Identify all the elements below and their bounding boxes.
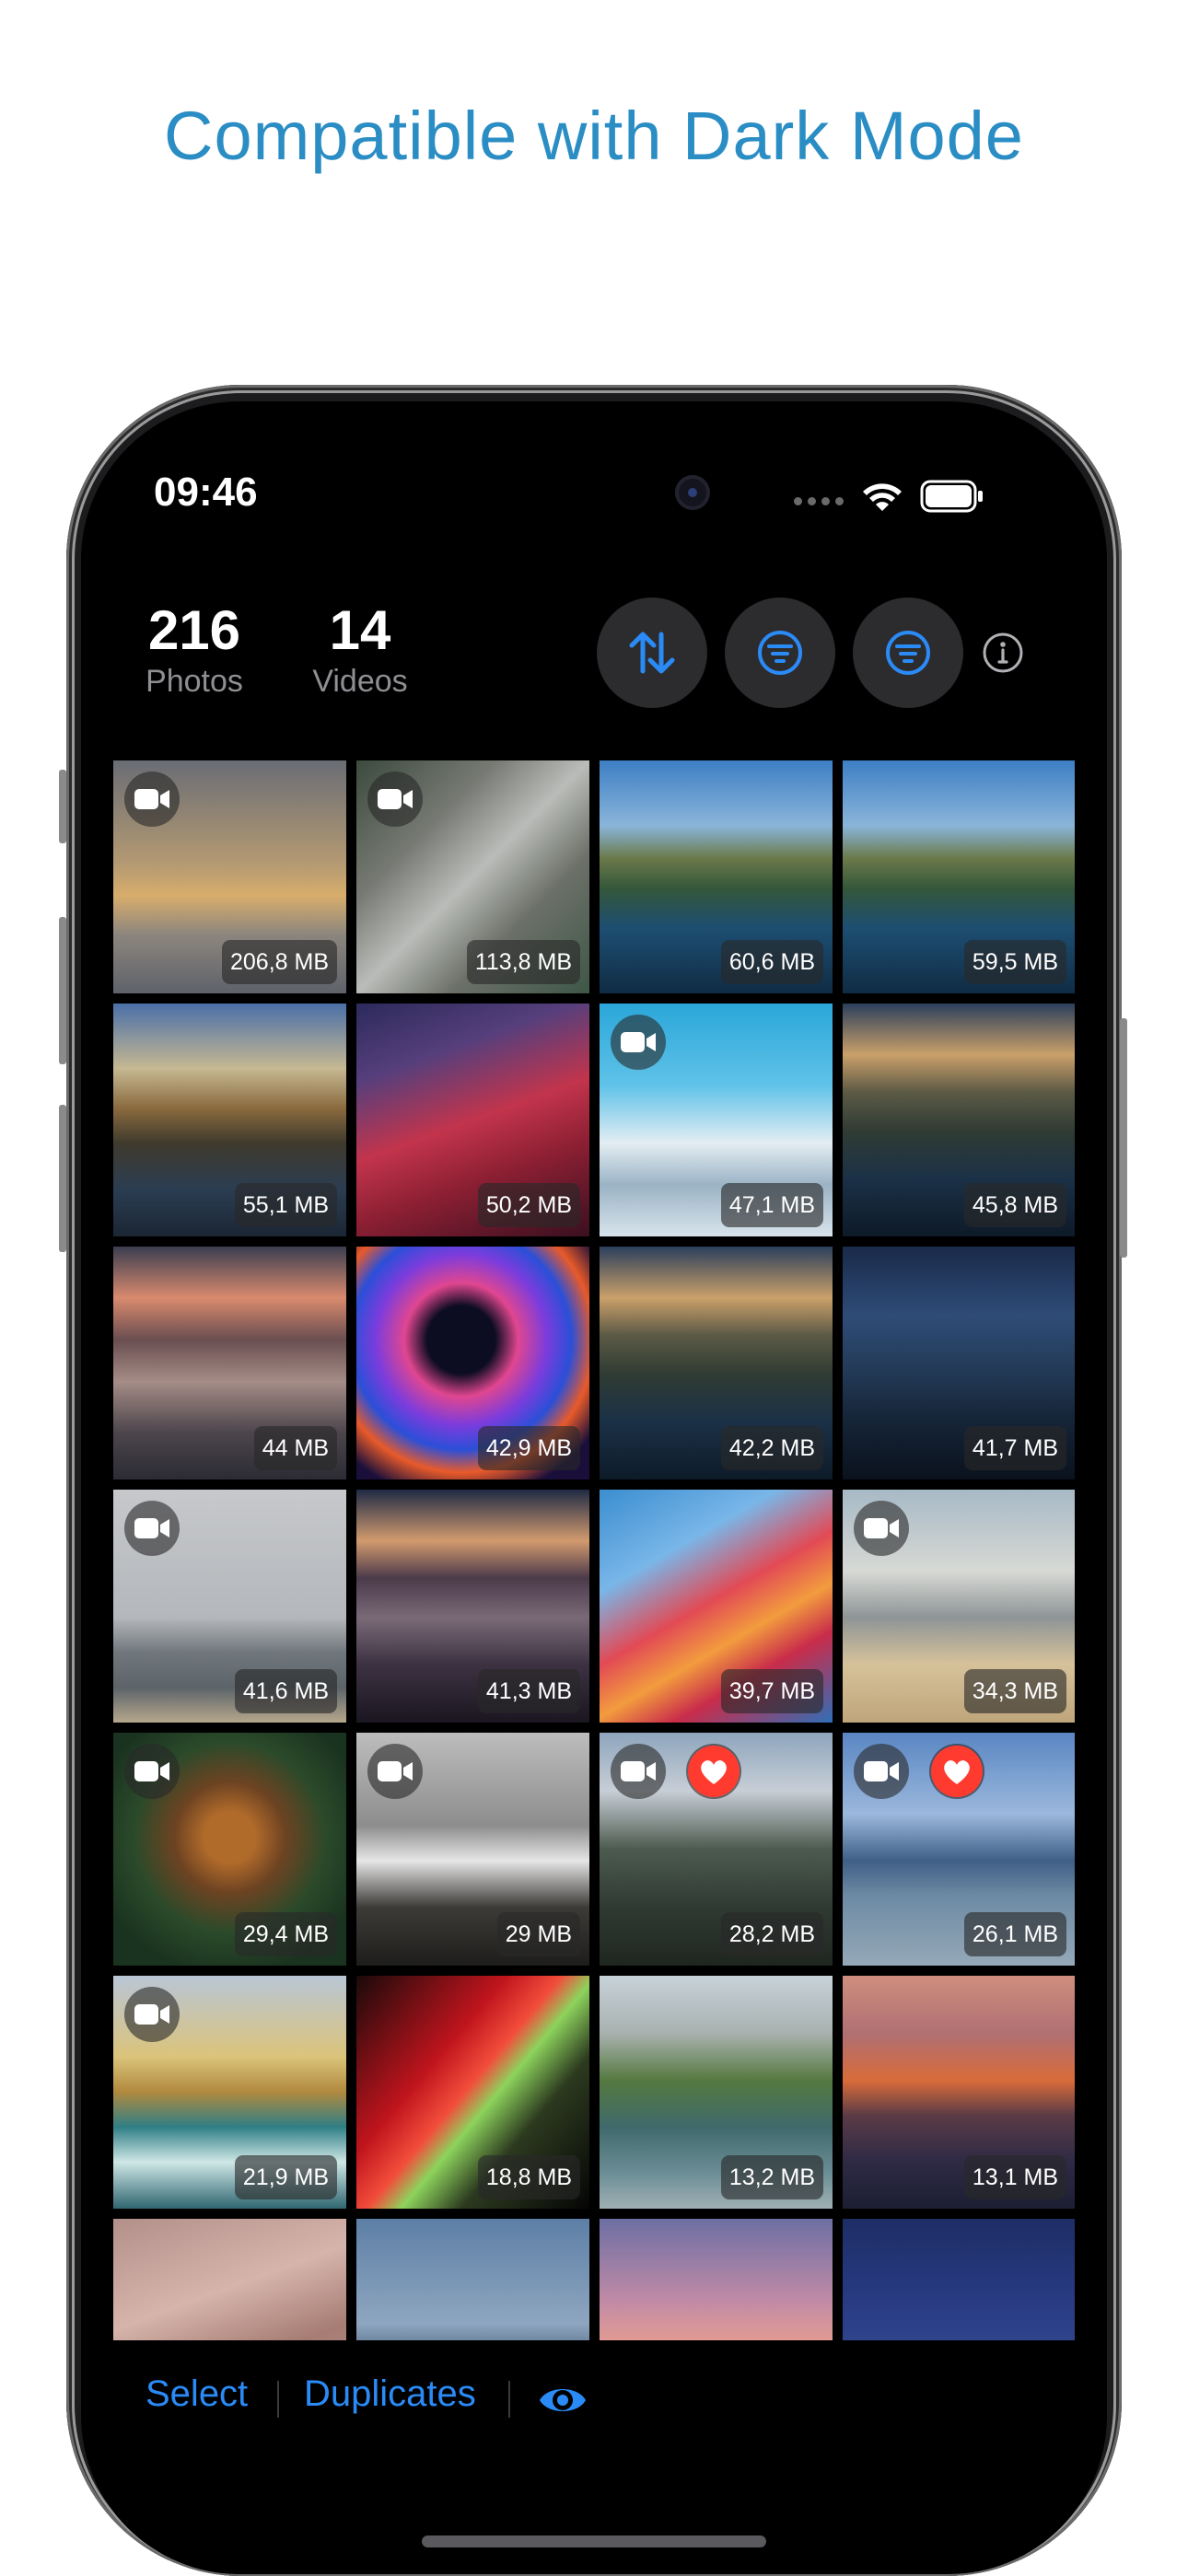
video-camera-icon — [124, 1987, 180, 2042]
duplicates-button[interactable]: Duplicates — [304, 2373, 476, 2415]
file-size-badge: 47,1 MB — [720, 1183, 823, 1227]
video-camera-icon — [367, 772, 423, 827]
photos-count: 216 — [147, 599, 241, 661]
file-size-badge: 45,8 MB — [963, 1183, 1066, 1227]
video-camera-icon — [367, 1744, 423, 1799]
photo-tile[interactable] — [600, 2219, 833, 2340]
photo-tile[interactable]: 42,2 MB — [600, 1247, 833, 1479]
photo-thumbnail — [600, 2219, 833, 2340]
file-size-badge: 26,1 MB — [963, 1912, 1066, 1956]
volume-up-button — [59, 917, 66, 1064]
battery-icon — [920, 480, 983, 513]
file-size-badge: 29,4 MB — [234, 1912, 337, 1956]
photo-thumbnail — [356, 2219, 589, 2340]
photo-tile[interactable]: 13,1 MB — [843, 1976, 1075, 2209]
photos-stat: 216 Photos — [138, 598, 250, 700]
photo-tile[interactable] — [113, 2219, 346, 2340]
file-size-badge: 18,8 MB — [477, 2155, 580, 2199]
file-size-badge: 206,8 MB — [221, 940, 337, 984]
filter-icon — [758, 631, 802, 675]
file-size-badge: 60,6 MB — [720, 940, 823, 984]
cellular-signal-icon — [794, 497, 844, 505]
photo-tile[interactable]: 113,8 MB — [356, 760, 589, 993]
photo-tile[interactable]: 21,9 MB — [113, 1976, 346, 2209]
photo-tile[interactable]: 44 MB — [113, 1247, 346, 1479]
mute-switch — [59, 770, 66, 843]
volume-down-button — [59, 1105, 66, 1252]
home-indicator — [422, 2535, 766, 2547]
eye-icon[interactable] — [537, 2380, 588, 2420]
video-camera-icon — [611, 1015, 666, 1070]
photo-tile[interactable]: 42,9 MB — [356, 1247, 589, 1479]
front-camera — [675, 475, 710, 510]
photo-tile[interactable]: 55,1 MB — [113, 1004, 346, 1236]
headline: Compatible with Dark Mode — [164, 98, 1024, 174]
favorite-heart-icon — [686, 1744, 741, 1799]
photo-tile[interactable]: 206,8 MB — [113, 760, 346, 993]
photo-tile[interactable]: 39,7 MB — [600, 1490, 833, 1723]
file-size-badge: 29 MB — [496, 1912, 580, 1956]
filter-button-2[interactable] — [853, 598, 963, 708]
filter-button[interactable] — [725, 598, 835, 708]
photo-tile[interactable]: 28,2 MB — [600, 1733, 833, 1966]
wifi-icon — [863, 483, 902, 511]
video-camera-icon — [854, 1501, 909, 1556]
file-size-badge: 41,6 MB — [234, 1669, 337, 1713]
info-icon[interactable] — [981, 631, 1025, 675]
file-size-badge: 28,2 MB — [720, 1912, 823, 1956]
photo-tile[interactable]: 29 MB — [356, 1733, 589, 1966]
file-size-badge: 13,2 MB — [720, 2155, 823, 2199]
photo-tile[interactable]: 41,6 MB — [113, 1490, 346, 1723]
divider — [277, 2381, 279, 2418]
file-size-badge: 39,7 MB — [720, 1669, 823, 1713]
select-button[interactable]: Select — [146, 2373, 248, 2415]
divider — [508, 2381, 510, 2418]
filter-icon — [886, 631, 930, 675]
file-size-badge: 21,9 MB — [234, 2155, 337, 2199]
photo-tile[interactable]: 50,2 MB — [356, 1004, 589, 1236]
video-camera-icon — [124, 1744, 180, 1799]
photo-tile[interactable]: 41,3 MB — [356, 1490, 589, 1723]
file-size-badge: 34,3 MB — [963, 1669, 1066, 1713]
videos-count: 14 — [329, 599, 391, 661]
file-size-badge: 113,8 MB — [466, 940, 580, 984]
videos-stat: 14 Videos — [304, 598, 416, 700]
video-camera-icon — [124, 1501, 180, 1556]
photo-thumbnail — [113, 2219, 346, 2340]
photo-tile[interactable]: 41,7 MB — [843, 1247, 1075, 1479]
photo-tile[interactable]: 13,2 MB — [600, 1976, 833, 2209]
photo-tile[interactable]: 26,1 MB — [843, 1733, 1075, 1966]
file-size-badge: 41,3 MB — [477, 1669, 580, 1713]
photo-tile[interactable]: 60,6 MB — [600, 760, 833, 993]
file-size-badge: 44 MB — [253, 1426, 337, 1470]
file-size-badge: 42,9 MB — [477, 1426, 580, 1470]
sort-button[interactable] — [597, 598, 707, 708]
video-camera-icon — [124, 772, 180, 827]
photo-tile[interactable]: 45,8 MB — [843, 1004, 1075, 1236]
video-camera-icon — [611, 1744, 666, 1799]
videos-label: Videos — [312, 664, 408, 699]
file-size-badge: 59,5 MB — [963, 940, 1066, 984]
favorite-heart-icon — [929, 1744, 984, 1799]
photo-tile[interactable] — [843, 2219, 1075, 2340]
power-button — [1120, 1018, 1127, 1258]
photo-tile[interactable]: 47,1 MB — [600, 1004, 833, 1236]
file-size-badge: 41,7 MB — [963, 1426, 1066, 1470]
photo-tile[interactable]: 34,3 MB — [843, 1490, 1075, 1723]
photos-label: Photos — [146, 664, 243, 699]
video-camera-icon — [854, 1744, 909, 1799]
file-size-badge: 55,1 MB — [234, 1183, 337, 1227]
photo-thumbnail — [843, 2219, 1075, 2340]
file-size-badge: 13,1 MB — [963, 2155, 1066, 2199]
photo-tile[interactable]: 59,5 MB — [843, 760, 1075, 993]
file-size-badge: 50,2 MB — [477, 1183, 580, 1227]
status-time: 09:46 — [154, 470, 258, 515]
photo-tile[interactable]: 18,8 MB — [356, 1976, 589, 2209]
sort-arrows-icon — [629, 632, 675, 674]
file-size-badge: 42,2 MB — [720, 1426, 823, 1470]
photo-grid[interactable]: 206,8 MB 113,8 MB 60,6 MB 59,5 MB 55,1 MB 50,… — [113, 760, 1075, 2340]
photo-tile[interactable]: 29,4 MB — [113, 1733, 346, 1966]
photo-tile[interactable] — [356, 2219, 589, 2340]
